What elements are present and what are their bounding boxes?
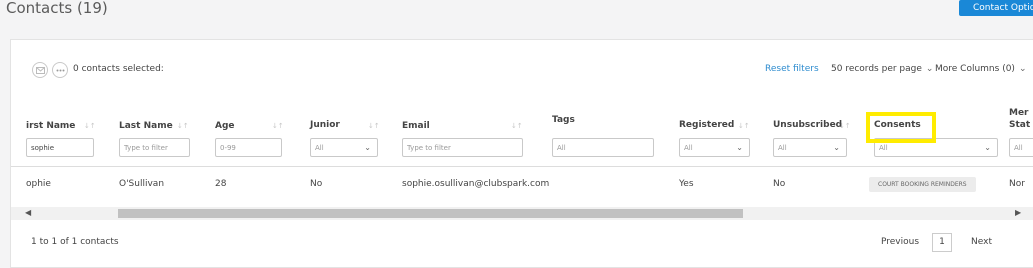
scroll-right-icon[interactable]: ▶ bbox=[1015, 208, 1021, 217]
registered-filter-select[interactable]: All ⌄ bbox=[679, 138, 750, 157]
table-row[interactable]: ophie O'Sullivan 28 No sophie.osullivan@… bbox=[11, 167, 1033, 205]
column-header-member-status[interactable]: Mer bbox=[1009, 108, 1029, 118]
sort-icon[interactable]: ↓↑ bbox=[272, 122, 284, 130]
column-header-registered[interactable]: Registered bbox=[679, 120, 734, 130]
column-header-email[interactable]: Email bbox=[402, 121, 430, 131]
sort-icon[interactable]: ↓↑ bbox=[511, 122, 523, 130]
scroll-left-icon[interactable]: ◀ bbox=[25, 208, 31, 217]
column-header-junior[interactable]: Junior bbox=[310, 120, 340, 130]
cell-first-name: ophie bbox=[26, 179, 51, 189]
column-header-tags[interactable]: Tags bbox=[552, 115, 575, 125]
member-status-filter-select[interactable]: All bbox=[1009, 138, 1033, 157]
chevron-down-icon: ⌄ bbox=[1018, 64, 1027, 74]
results-summary: 1 to 1 of 1 contacts bbox=[31, 237, 119, 247]
scrollbar-thumb[interactable] bbox=[118, 209, 743, 218]
cell-registered: Yes bbox=[679, 179, 694, 189]
consent-badge: COURT BOOKING REMINDERS bbox=[869, 177, 976, 192]
junior-filter-value: All bbox=[315, 144, 324, 152]
column-header-first-name[interactable]: irst Name bbox=[26, 121, 75, 131]
column-header-unsubscribed[interactable]: Unsubscribed bbox=[773, 120, 842, 130]
page-title: Contacts (19) bbox=[6, 0, 108, 17]
more-actions-icon[interactable] bbox=[52, 62, 68, 78]
records-per-page-select[interactable]: 50 records per page ⌄ bbox=[831, 64, 933, 74]
cell-unsubscribed: No bbox=[773, 179, 786, 189]
reset-filters-link[interactable]: Reset filters bbox=[765, 64, 819, 74]
horizontal-scrollbar[interactable]: ◀ ▶ bbox=[11, 207, 1033, 220]
cell-email: sophie.osullivan@clubspark.com bbox=[402, 179, 550, 189]
last-name-filter[interactable]: Type to filter bbox=[119, 138, 190, 157]
sort-icon[interactable]: ↓↑ bbox=[738, 122, 750, 130]
sort-icon[interactable]: ↓↑ bbox=[84, 122, 96, 130]
more-columns-select[interactable]: More Columns (0) ⌄ bbox=[935, 64, 1026, 74]
first-name-filter[interactable]: sophie bbox=[26, 138, 94, 157]
next-page-link[interactable]: Next bbox=[971, 237, 992, 247]
column-header-last-name[interactable]: Last Name bbox=[119, 121, 173, 131]
chevron-down-icon: ⌄ bbox=[984, 143, 991, 152]
cell-last-name: O'Sullivan bbox=[119, 179, 165, 189]
previous-page-link[interactable]: Previous bbox=[881, 237, 919, 247]
more-columns-label: More Columns (0) bbox=[935, 64, 1015, 74]
table-footer: 1 to 1 of 1 contacts Previous 1 Next bbox=[11, 220, 1033, 267]
column-header-age[interactable]: Age bbox=[215, 121, 235, 131]
consents-highlight-box bbox=[866, 112, 936, 143]
contact-options-button[interactable]: Contact Options bbox=[959, 0, 1033, 16]
junior-filter-select[interactable]: All ⌄ bbox=[310, 138, 378, 157]
chevron-down-icon: ⌄ bbox=[364, 143, 371, 152]
member-status-filter-value: All bbox=[1014, 144, 1023, 152]
table-toolbar: 0 contacts selected: Reset filters 50 re… bbox=[11, 40, 1033, 94]
unsubscribed-filter-value: All bbox=[778, 144, 787, 152]
cell-member-status: Nor bbox=[1009, 179, 1025, 189]
age-filter[interactable]: 0-99 bbox=[215, 138, 282, 157]
contacts-table-card: 0 contacts selected: Reset filters 50 re… bbox=[10, 39, 1033, 268]
sort-icon[interactable]: ↓↑ bbox=[368, 122, 380, 130]
column-header-member-status-line2: Stat bbox=[1009, 120, 1031, 130]
chevron-down-icon: ⌄ bbox=[925, 64, 934, 74]
registered-filter-value: All bbox=[684, 144, 693, 152]
email-filter[interactable]: Type to filter bbox=[402, 138, 523, 157]
consents-filter-value: All bbox=[879, 144, 888, 152]
cell-age: 28 bbox=[215, 179, 227, 189]
chevron-down-icon: ⌄ bbox=[833, 143, 840, 152]
email-icon[interactable] bbox=[32, 62, 48, 78]
tags-filter[interactable]: All bbox=[552, 138, 654, 157]
chevron-down-icon: ⌄ bbox=[736, 143, 743, 152]
sort-icon[interactable]: ↓↑ bbox=[177, 122, 189, 130]
unsubscribed-filter-select[interactable]: All ⌄ bbox=[773, 138, 847, 157]
sort-icon[interactable]: ↓↑ bbox=[839, 122, 851, 130]
cell-junior: No bbox=[310, 179, 323, 189]
selected-count: 0 contacts selected: bbox=[73, 64, 164, 74]
records-per-page-label: 50 records per page bbox=[831, 64, 922, 74]
current-page-button[interactable]: 1 bbox=[932, 233, 952, 252]
